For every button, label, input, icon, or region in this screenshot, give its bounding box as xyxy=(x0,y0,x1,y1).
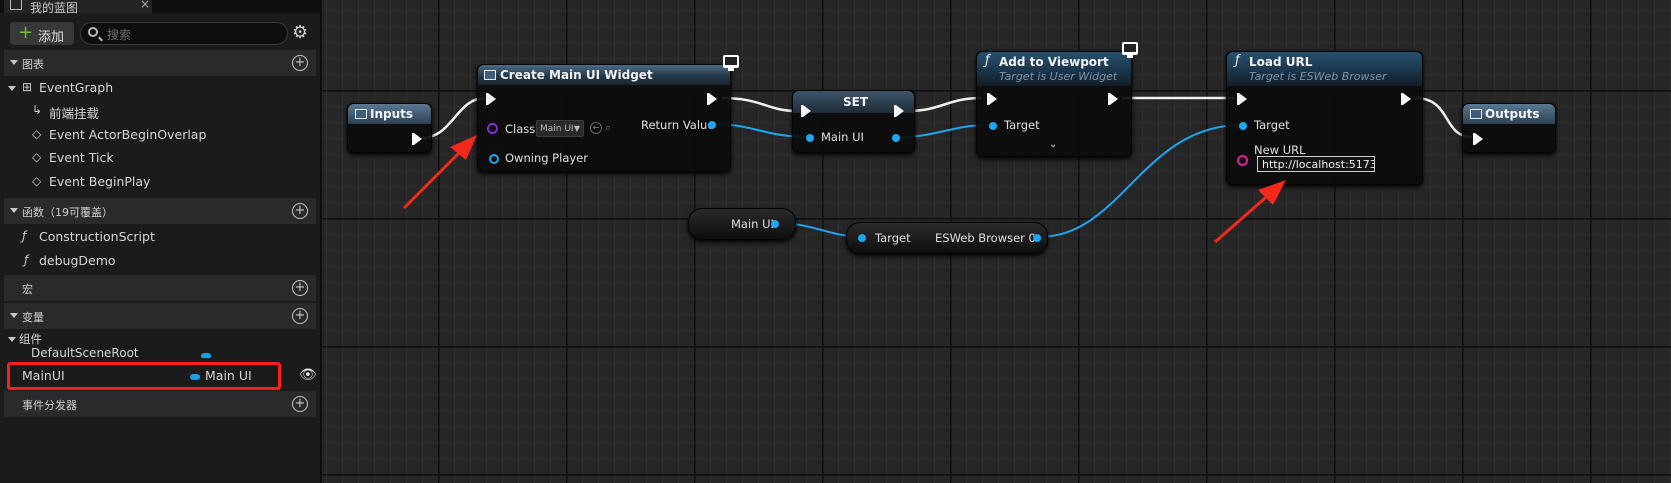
collapse-arrow-icon xyxy=(10,208,18,213)
add-dispatcher-icon[interactable]: + xyxy=(292,396,308,412)
panel-toolbar: + 添加 ⚙ xyxy=(0,14,320,50)
event-graph-icon: ⊞ xyxy=(22,80,33,94)
search-input[interactable] xyxy=(105,25,279,44)
graph-item-frontend[interactable]: ↳ 前端挂载 xyxy=(0,100,316,122)
add-variable-icon[interactable]: + xyxy=(292,308,308,324)
graph-item-eventgraph[interactable]: ⊞ EventGraph xyxy=(0,77,316,99)
blueprint-icon xyxy=(10,0,22,10)
section-graphs-label: 图表 xyxy=(22,58,44,71)
highlight-box xyxy=(7,362,281,390)
section-dispatchers-label: 事件分发器 xyxy=(22,399,77,412)
section-variables-label: 变量 xyxy=(22,311,44,324)
variable-type-pin-icon xyxy=(201,353,211,358)
add-macro-icon[interactable]: + xyxy=(292,280,308,296)
annotation-arrows xyxy=(402,135,1286,244)
collapse-arrow-icon xyxy=(10,60,18,65)
graph-item-event-tick[interactable]: ◇ Event Tick xyxy=(0,147,316,169)
function-icon: ƒ xyxy=(24,253,29,267)
graph-item-label: Event Tick xyxy=(49,150,114,165)
section-variables[interactable]: 变量 + xyxy=(4,303,316,329)
add-button[interactable]: + 添加 xyxy=(10,22,74,45)
my-blueprint-panel: 我的蓝图 × + 添加 ⚙ 图表 + ⊞ EventGraph ↳ 前端挂载 ◇… xyxy=(0,0,322,483)
close-icon[interactable]: × xyxy=(140,0,150,11)
search-icon xyxy=(88,27,98,37)
event-graph-canvas[interactable]: Inputs Create Main UI Widget Class Main … xyxy=(322,0,1671,483)
function-item-debugdemo[interactable]: ƒ debugDemo xyxy=(0,250,316,272)
section-macros-label: 宏 xyxy=(22,283,33,296)
section-dispatchers[interactable]: 事件分发器 + xyxy=(4,391,316,417)
add-button-label: 添加 xyxy=(38,30,65,45)
expand-arrow-icon xyxy=(8,86,16,91)
graph-item-begin-play[interactable]: ◇ Event BeginPlay xyxy=(0,171,316,193)
section-functions[interactable]: 函数（19可覆盖） + xyxy=(4,198,316,224)
red-arrow-class xyxy=(402,135,477,210)
add-function-icon[interactable]: + xyxy=(292,203,308,219)
function-item-label: debugDemo xyxy=(39,253,116,268)
plus-icon: + xyxy=(18,22,34,43)
function-icon: ƒ xyxy=(22,229,27,243)
red-arrow-url xyxy=(1214,180,1286,244)
section-graphs[interactable]: 图表 + xyxy=(4,50,316,76)
component-item-label: DefaultSceneRoot xyxy=(31,346,139,358)
graph-item-actor-begin-overlap[interactable]: ◇ Event ActorBeginOverlap xyxy=(0,124,316,146)
function-item-construction[interactable]: ƒ ConstructionScript xyxy=(0,226,316,248)
section-macros[interactable]: 宏 + xyxy=(4,275,316,301)
graph-item-label: EventGraph xyxy=(39,80,114,95)
tab-my-blueprint[interactable]: 我的蓝图 × xyxy=(4,0,152,15)
graph-item-label: Event BeginPlay xyxy=(49,174,151,189)
section-functions-label: 函数（19可覆盖） xyxy=(22,206,113,219)
graph-item-label: 前端挂载 xyxy=(49,106,100,121)
function-item-label: ConstructionScript xyxy=(39,229,155,244)
collapse-arrow-icon xyxy=(10,313,18,318)
add-graph-icon[interactable]: + xyxy=(292,55,308,71)
event-icon: ◇ xyxy=(32,174,42,188)
event-icon: ◇ xyxy=(32,150,42,164)
gear-icon[interactable]: ⚙ xyxy=(292,23,308,43)
eye-icon[interactable]: 👁 xyxy=(299,367,317,383)
search-box xyxy=(80,22,288,45)
collapse-arrow-icon xyxy=(8,337,16,342)
tab-bar: 我的蓝图 × xyxy=(0,0,320,15)
graph-item-label: Event ActorBeginOverlap xyxy=(49,127,207,142)
event-icon: ◇ xyxy=(32,127,42,141)
comment-icon: ↳ xyxy=(32,103,43,117)
component-item-default-scene-root[interactable]: DefaultSceneRoot xyxy=(0,344,316,358)
